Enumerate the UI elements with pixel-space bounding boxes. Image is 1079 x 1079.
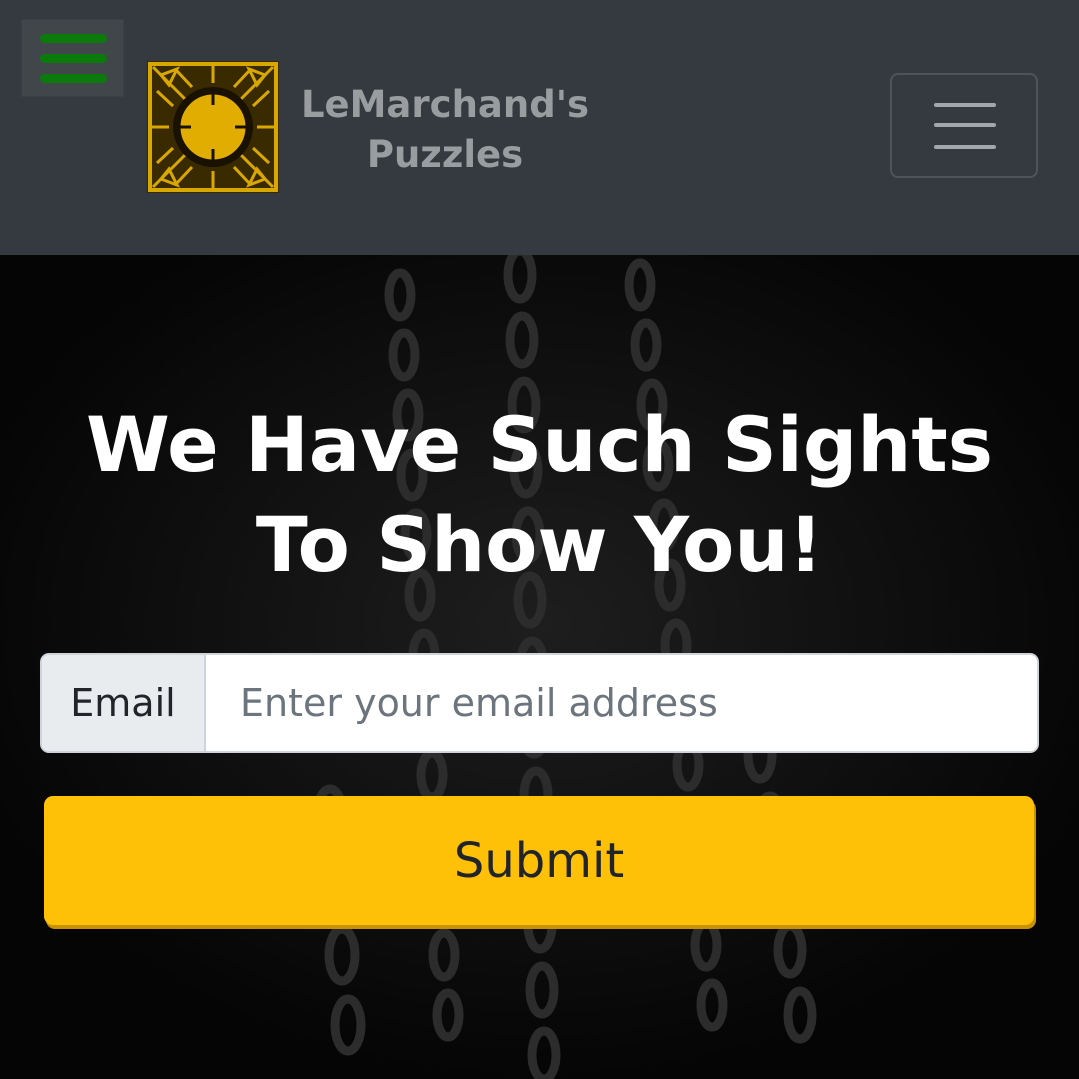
navbar-toggle-button[interactable] (890, 73, 1038, 178)
navbar: LeMarchand's Puzzles (0, 0, 1079, 255)
hamburger-icon (934, 103, 996, 107)
email-field[interactable] (206, 655, 1037, 751)
hamburger-icon-bar (40, 74, 107, 83)
brand-line-1: LeMarchand's (300, 83, 590, 126)
hamburger-icon-bar (40, 54, 107, 63)
submit-button[interactable]: Submit (44, 796, 1034, 925)
side-menu-button[interactable] (21, 19, 124, 97)
puzzle-box-icon[interactable] (147, 61, 279, 193)
hamburger-icon-bar (934, 123, 996, 127)
hamburger-icon-bar (934, 145, 996, 149)
email-input-group: Email (40, 653, 1039, 753)
hero-headline: We Have Such Sights To Show You! (86, 400, 993, 589)
brand-line-2: Puzzles (366, 133, 524, 176)
hero-section: We Have Such Sights To Show You! Email S… (0, 255, 1079, 1079)
hamburger-icon (40, 34, 107, 43)
brand-name[interactable]: LeMarchand's Puzzles (300, 80, 590, 180)
email-label: Email (42, 655, 206, 751)
